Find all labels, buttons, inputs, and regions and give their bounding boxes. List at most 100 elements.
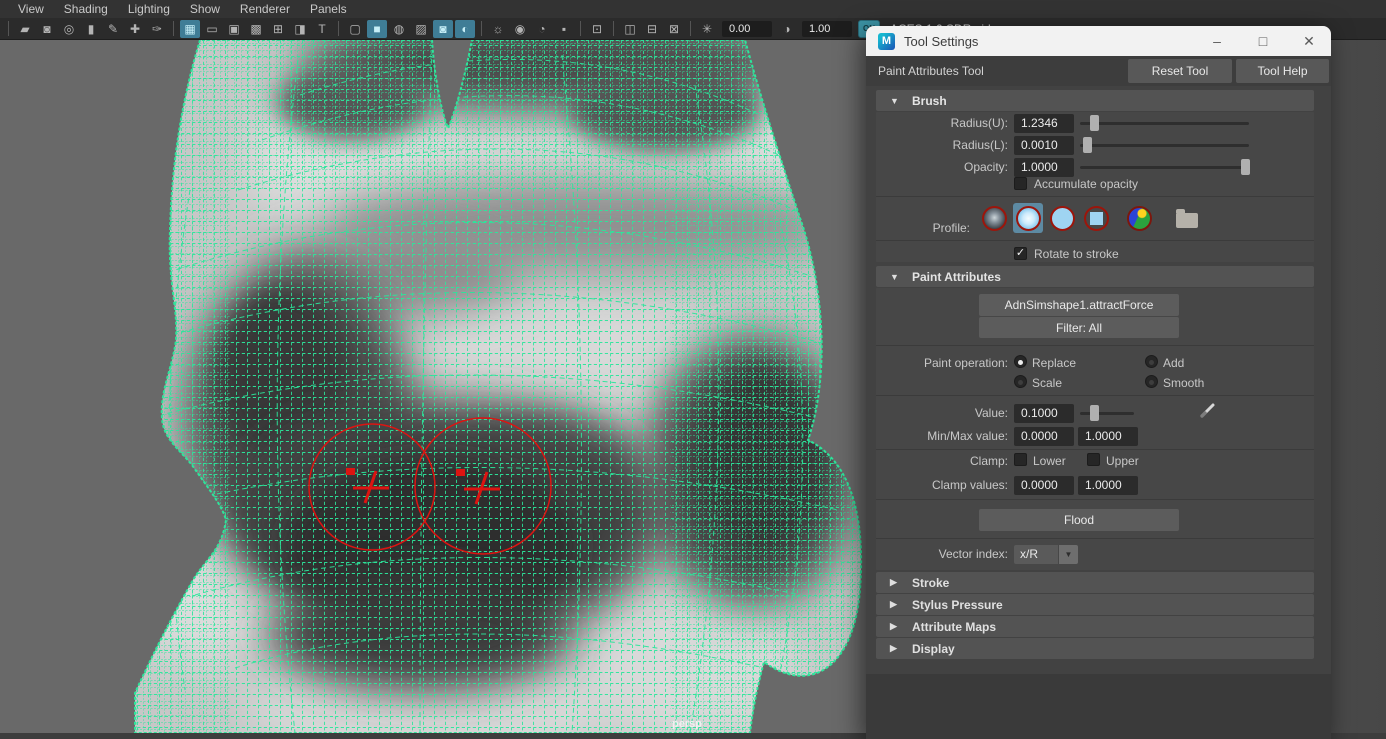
section-stroke[interactable]: ▶Stroke xyxy=(876,572,1314,593)
anti-alias-icon[interactable]: ◔ xyxy=(532,20,552,38)
image-plane-icon[interactable]: ◨ xyxy=(290,20,310,38)
clamp-min-field[interactable]: 0.0000 xyxy=(1014,476,1074,495)
bookmark-icon[interactable]: ▮ xyxy=(81,20,101,38)
menu-show[interactable]: Show xyxy=(180,2,230,16)
hud-icon[interactable]: T xyxy=(312,20,332,38)
gate-mask-icon[interactable]: ▩ xyxy=(246,20,266,38)
toolbar-divider xyxy=(613,21,614,36)
brush-section-header[interactable]: ▼ Brush xyxy=(876,90,1314,111)
camera-settings-icon[interactable]: ◎ xyxy=(59,20,79,38)
paint-attributes-section-header[interactable]: ▼ Paint Attributes xyxy=(876,266,1314,287)
profile-label: Profile: xyxy=(933,221,970,235)
max-value-field[interactable]: 1.0000 xyxy=(1078,427,1138,446)
radius-u-slider[interactable] xyxy=(1080,114,1249,133)
radius-l-label: Radius(L): xyxy=(953,138,1008,152)
solid-profile-button[interactable] xyxy=(1047,203,1077,233)
browse-profile-button[interactable] xyxy=(1172,203,1202,233)
camera-icon[interactable]: ▰ xyxy=(15,20,35,38)
use-all-lights-icon[interactable]: ◙ xyxy=(433,20,453,38)
film-gate-icon[interactable]: ▭ xyxy=(202,20,222,38)
section-stylus-pressure[interactable]: ▶Stylus Pressure xyxy=(876,594,1314,615)
value-slider[interactable] xyxy=(1080,404,1134,423)
section-display[interactable]: ▶Display xyxy=(876,638,1314,659)
image-profile-button[interactable] xyxy=(1124,203,1154,233)
window-titlebar[interactable]: M Tool Settings – □ ✕ xyxy=(866,26,1331,56)
vector-index-dropdown[interactable]: x/R xyxy=(1014,545,1058,564)
brush-section-label: Brush xyxy=(912,94,947,108)
shadows-icon[interactable]: ◐ xyxy=(455,20,475,38)
tool-help-button[interactable]: Tool Help xyxy=(1236,59,1329,83)
shaded-mode-icon[interactable]: ■ xyxy=(367,20,387,38)
clamp-max-field[interactable]: 1.0000 xyxy=(1078,476,1138,495)
replace-radio[interactable] xyxy=(1014,355,1027,368)
isolate-select-icon[interactable]: ⊡ xyxy=(587,20,607,38)
filter-button[interactable]: Filter: All xyxy=(979,317,1179,338)
depth-of-field-icon[interactable]: ▪ xyxy=(554,20,574,38)
radius-l-field[interactable]: 0.0010 xyxy=(1014,136,1074,155)
maya-logo-icon: M xyxy=(878,33,895,50)
pane-layout-1-icon[interactable]: ◫ xyxy=(620,20,640,38)
min-value-field[interactable]: 0.0000 xyxy=(1014,427,1074,446)
section-label: Stroke xyxy=(912,576,949,590)
menu-lighting[interactable]: Lighting xyxy=(118,2,180,16)
flood-button[interactable]: Flood xyxy=(979,509,1179,531)
grid-icon[interactable]: ▦ xyxy=(180,20,200,38)
menu-shading[interactable]: Shading xyxy=(54,2,118,16)
rotate-to-stroke-label: Rotate to stroke xyxy=(1034,247,1119,261)
gamma-value-field[interactable]: 1.00 xyxy=(802,21,852,37)
grease-pencil-icon[interactable]: ✎ xyxy=(103,20,123,38)
maya-screen: ViewShadingLightingShowRendererPanels ▰◙… xyxy=(0,0,1386,739)
chevron-down-icon[interactable]: ▼ xyxy=(1059,545,1078,564)
opacity-slider[interactable] xyxy=(1080,158,1249,177)
viewport-canvas[interactable]: persp xyxy=(0,40,866,733)
soft-profile-button[interactable] xyxy=(1013,203,1043,233)
section-label: Attribute Maps xyxy=(912,620,996,634)
value-field[interactable]: 0.1000 xyxy=(1014,404,1074,423)
paint-operation-label: Paint operation: xyxy=(924,356,1008,370)
clamp-lower-checkbox[interactable] xyxy=(1014,453,1027,466)
attribute-select-button[interactable]: AdnSimshape1.attractForce xyxy=(979,294,1179,316)
camera-lock-icon[interactable]: ◙ xyxy=(37,20,57,38)
occlusion-icon[interactable]: ☼ xyxy=(488,20,508,38)
brush-marker-left xyxy=(346,468,355,475)
pane-layout-2-icon[interactable]: ⊟ xyxy=(642,20,662,38)
textured-mode-icon[interactable]: ▨ xyxy=(411,20,431,38)
menu-panels[interactable]: Panels xyxy=(300,2,357,16)
menu-view[interactable]: View xyxy=(8,2,54,16)
resolution-gate-icon[interactable]: ▣ xyxy=(224,20,244,38)
field-chart-icon[interactable]: ⊞ xyxy=(268,20,288,38)
camera-pivot-icon[interactable]: ✚ xyxy=(125,20,145,38)
gaussian-profile-button[interactable] xyxy=(979,203,1009,233)
stroke-tool-icon[interactable]: ✑ xyxy=(147,20,167,38)
accumulate-opacity-checkbox[interactable] xyxy=(1014,177,1027,190)
clamp-values-label: Clamp values: xyxy=(932,478,1008,492)
tear-off-copy-icon[interactable]: ⊠ xyxy=(664,20,684,38)
menu-renderer[interactable]: Renderer xyxy=(230,2,300,16)
wireframe-mode-icon[interactable]: ▢ xyxy=(345,20,365,38)
opacity-field[interactable]: 1.0000 xyxy=(1014,158,1074,177)
square-profile-icon xyxy=(1084,206,1109,231)
rotate-to-stroke-checkbox[interactable]: ✓ xyxy=(1014,247,1027,260)
section-attribute-maps[interactable]: ▶Attribute Maps xyxy=(876,616,1314,637)
radius-l-slider[interactable] xyxy=(1080,136,1249,155)
gamma-icon[interactable]: ◑ xyxy=(777,20,797,38)
wireframe-on-shaded-icon[interactable]: ◍ xyxy=(389,20,409,38)
clamp-upper-checkbox[interactable] xyxy=(1087,453,1100,466)
exposure-value-field[interactable]: 0.00 xyxy=(722,21,772,37)
section-label: Stylus Pressure xyxy=(912,598,1003,612)
radius-u-field[interactable]: 1.2346 xyxy=(1014,114,1074,133)
minimize-icon[interactable]: – xyxy=(1207,33,1227,50)
viewport[interactable]: persp xyxy=(0,40,866,733)
radius-u-label: Radius(U): xyxy=(951,116,1008,130)
exposure-icon[interactable]: ✳ xyxy=(697,20,717,38)
motion-blur-icon[interactable]: ◉ xyxy=(510,20,530,38)
square-profile-button[interactable] xyxy=(1081,203,1111,233)
maximize-icon[interactable]: □ xyxy=(1253,33,1273,50)
close-icon[interactable]: ✕ xyxy=(1299,33,1319,50)
panel-menu-bar: ViewShadingLightingShowRendererPanels xyxy=(0,0,1386,18)
eyedropper-icon[interactable] xyxy=(1198,400,1218,420)
add-radio[interactable] xyxy=(1145,355,1158,368)
reset-tool-button[interactable]: Reset Tool xyxy=(1128,59,1232,83)
smooth-radio[interactable] xyxy=(1145,375,1158,388)
scale-radio[interactable] xyxy=(1014,375,1027,388)
